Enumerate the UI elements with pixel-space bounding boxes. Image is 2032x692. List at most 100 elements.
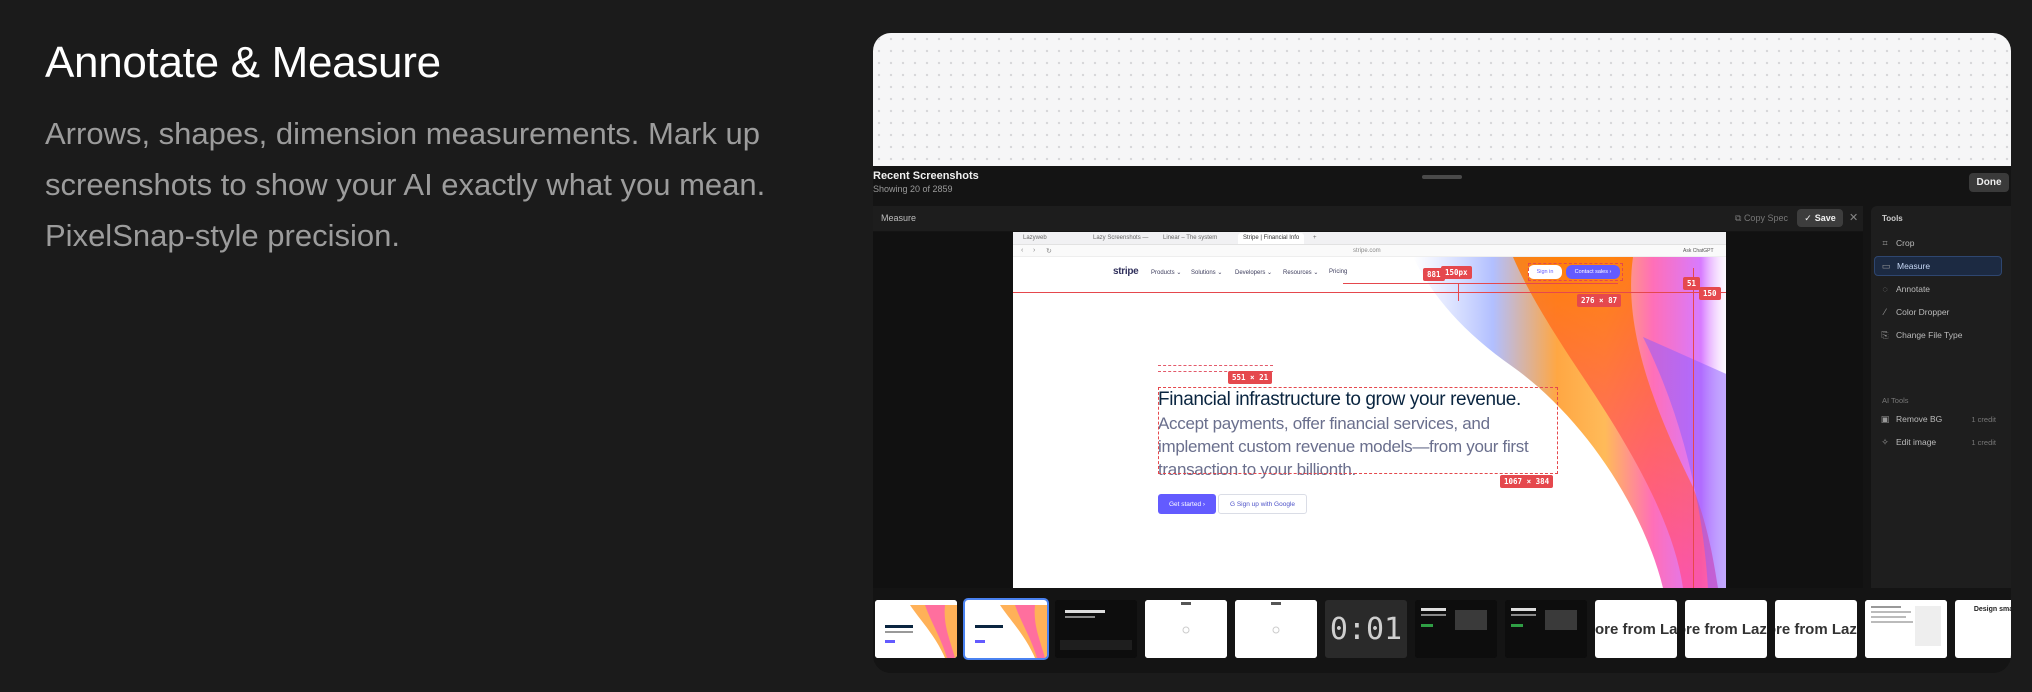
panel-title: Recent Screenshots [873,170,979,182]
tool-label: Annotate [1896,284,1931,294]
google-icon: G [1229,500,1237,508]
screenshot-preview[interactable]: Lazyweb Lazy Screenshots — Linear – The … [1013,232,1726,588]
back-icon: ‹ [1021,247,1024,254]
tool-remove-bg[interactable]: ▣ Remove BG 1 credit [1874,409,2002,429]
thumbnail[interactable] [1505,600,1587,658]
ai-tools-heading: AI Tools [1882,396,1909,405]
save-button[interactable]: ✓ Save [1797,209,1843,227]
hero-description: Arrows, shapes, dimension measurements. … [45,116,766,253]
done-button[interactable]: Done [1969,173,2009,192]
measure-mode-label: Measure [881,213,917,223]
thumbnail-strip: 0:01 ore from Lazy ore from Lazy ore fro… [873,598,2011,660]
reload-icon: ↻ [1046,248,1052,255]
dotted-backdrop [873,33,2011,166]
thumbnail-doc-preview [1865,600,1947,658]
measure-label: 276 × 87 [1577,294,1622,307]
measure-toolbar: Measure ⧉ Copy Spec ✓ Save ✕ [873,206,1863,231]
tools-heading: Tools [1882,214,1903,223]
close-icon[interactable]: ✕ [1849,211,1858,224]
thumbnail-selected[interactable] [963,598,1049,660]
save-label: Save [1814,213,1836,223]
thumbnail-stripe-preview [965,600,1047,658]
nav-item: Products ⌄ [1151,270,1182,276]
guide-line-vertical [1693,268,1695,588]
app-window: Recent Screenshots Showing 20 of 2859 Do… [873,33,2011,673]
thumbnail-text: ore from Lazy [1775,620,1857,638]
tool-annotate[interactable]: ◌ Annotate [1874,279,2002,299]
thumbnail-text: Design smart [1973,606,2011,613]
timer-text: 0:01 [1329,611,1403,647]
ruler-icon: ▭ [1881,260,1891,271]
measure-line [1458,283,1460,301]
tool-label: Crop [1896,238,1915,248]
measure-line [1343,283,1618,285]
panel-subtitle: Showing 20 of 2859 [873,184,953,194]
tool-color-dropper[interactable]: ⁄ Color Dropper [1874,302,2002,322]
thumbnail-text: ore from Lazy [1685,620,1767,638]
copy-spec-button[interactable]: ⧉ Copy Spec [1735,213,1788,224]
crop-icon: ⌗ [1882,237,1888,248]
stripe-logo: stripe [1113,266,1139,277]
browser-tab-active: Stripe | Financial Info [1238,233,1305,244]
canvas[interactable]: Lazyweb Lazy Screenshots — Linear – The … [873,232,1863,588]
tool-edit-image[interactable]: ✧ Edit image 1 credit [1874,432,2002,452]
forward-icon: › [1033,247,1036,254]
thumbnail[interactable] [1865,600,1947,658]
tools-sidebar: Tools ⌗ Crop ▭ Measure ◌ Annotate ⁄ Color Dr… [1871,206,2011,588]
drag-handle[interactable] [1422,175,1462,179]
measure-label: 150 [1699,287,1721,300]
browser-tab: Lazy Screenshots — [1093,235,1149,241]
thumbnail[interactable] [1235,600,1317,658]
tool-label: Edit image [1896,437,1937,447]
url-text: stripe.com [1353,248,1381,254]
thumbnail[interactable] [1145,600,1227,658]
thumbnail[interactable]: Design smart [1955,600,2011,658]
thumbnail[interactable]: ore from Lazy [1595,600,1677,658]
nav-item: Pricing [1329,269,1348,275]
new-tab-icon: + [1313,235,1317,241]
thumbnail[interactable]: ore from Lazy [1685,600,1767,658]
thumbnail[interactable] [875,600,957,658]
thumbnail[interactable]: 0:01 [1325,600,1407,658]
thumbnail-dark-preview [1505,600,1587,658]
copy-icon: ⧉ [1735,213,1744,223]
measure-label: 150px [1441,266,1472,279]
copy-spec-label: Copy Spec [1743,213,1788,223]
screenshots-panel: Recent Screenshots Showing 20 of 2859 Do… [873,166,2011,673]
tool-label: Change File Type [1896,330,1963,340]
browser-tab-strip: Lazyweb Lazy Screenshots — Linear – The … [1013,232,1726,245]
dropper-icon: ⁄ [1884,307,1886,317]
thumbnail-dark-preview [1415,600,1497,658]
browser-url-bar: ‹ › ↻ stripe.com Ask ChatGPT [1013,245,1726,257]
tool-label: Remove BG [1896,414,1943,424]
tool-measure[interactable]: ▭ Measure [1874,256,2002,276]
annotate-icon: ◌ [1882,284,1888,294]
tool-label: Measure [1897,261,1931,271]
credit-cost: 1 credit [1971,437,1996,447]
measure-box [1158,387,1558,474]
browser-tab: Linear – The system [1163,235,1218,241]
browser-tab: Lazyweb [1023,235,1047,241]
thumbnail-light-preview [1145,600,1227,658]
nav-item: Solutions ⌄ [1191,270,1223,276]
thumbnail-light-preview [1235,600,1317,658]
nav-item: Developers ⌄ [1235,270,1273,276]
measure-label: 51 [1683,277,1701,290]
measure-box [1528,263,1623,281]
measure-label: 1067 × 384 [1500,475,1554,488]
thumbnail[interactable]: ore from Lazy [1775,600,1857,658]
thumbnail-dark-preview [1055,600,1137,658]
tool-label: Color Dropper [1896,307,1950,317]
get-started-button: Get started › [1158,494,1216,514]
google-signup-button: G Sign up with Google [1218,494,1307,514]
remove-bg-icon: ▣ [1880,413,1890,424]
thumbnail[interactable] [1415,600,1497,658]
sparkle-icon: ✧ [1881,436,1889,447]
hero-title: Annotate & Measure [45,38,441,87]
tool-change-file-type[interactable]: ⎘ Change File Type [1874,325,2002,345]
file-type-icon: ⎘ [1881,329,1889,340]
ask-gpt: Ask ChatGPT [1683,248,1714,254]
google-signup-label: Sign up with Google [1236,500,1296,508]
thumbnail[interactable] [1055,600,1137,658]
tool-crop[interactable]: ⌗ Crop [1874,233,2002,253]
